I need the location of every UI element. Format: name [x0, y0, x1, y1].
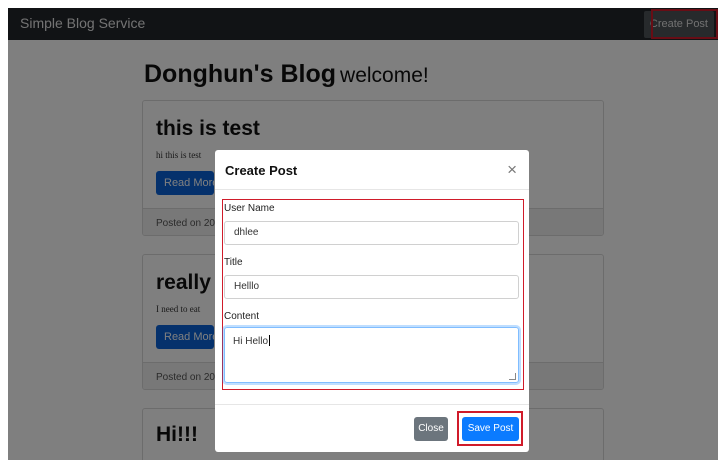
username-label: User Name — [224, 203, 275, 214]
resize-handle-icon[interactable] — [509, 373, 516, 380]
content-label: Content — [224, 311, 260, 322]
close-button[interactable]: Close — [414, 417, 448, 441]
close-icon[interactable]: × — [507, 160, 517, 180]
title-input[interactable]: Helllo — [224, 275, 519, 299]
modal-title: Create Post — [225, 163, 298, 178]
modal-footer: Close Save Post — [215, 404, 529, 452]
content-textarea[interactable]: Hi Hello — [224, 327, 519, 383]
create-post-modal: Create Post × User Name dhlee Title Hell… — [215, 150, 529, 452]
modal-header: Create Post × — [215, 150, 529, 190]
title-label: Title — [224, 257, 243, 268]
highlight-box — [457, 411, 523, 446]
username-input[interactable]: dhlee — [224, 221, 519, 245]
content-text: Hi Hello — [233, 336, 269, 347]
text-cursor — [269, 335, 271, 346]
